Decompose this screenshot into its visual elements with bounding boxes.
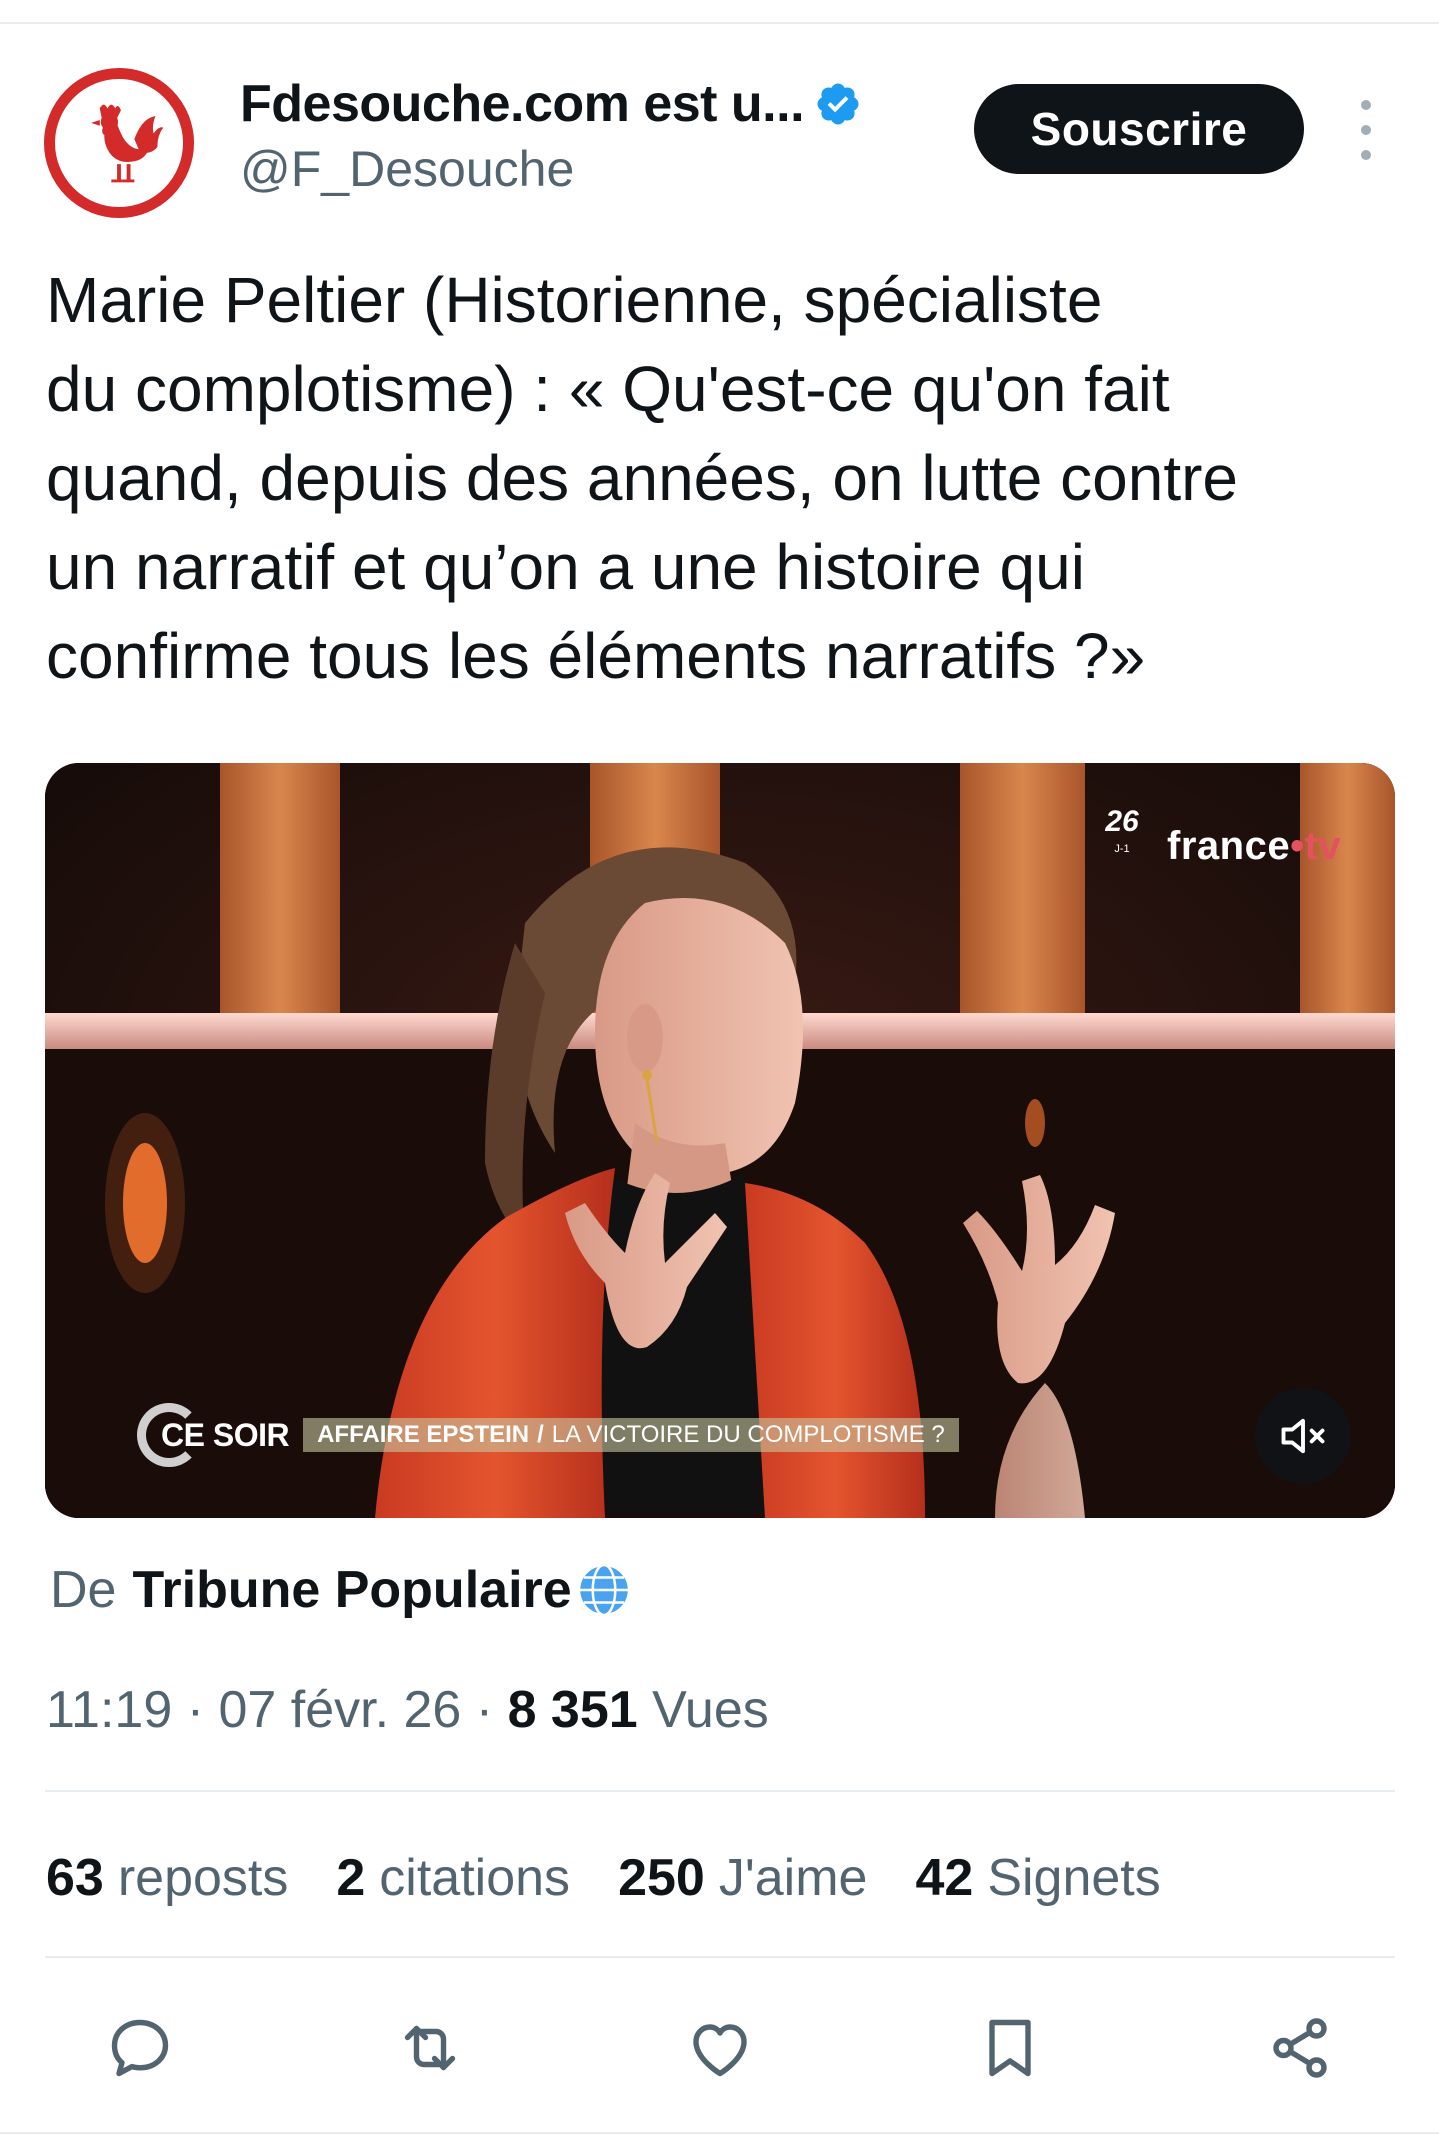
author-name[interactable]: Fdesouche.com est u... xyxy=(240,74,805,134)
stat-count: 42 xyxy=(915,1849,974,1907)
bookmark-button[interactable] xyxy=(970,2008,1050,2088)
tweet-meta: 11:19 · 07 févr. 26 · 8 351 Vues xyxy=(46,1680,769,1740)
source-prefix: De xyxy=(50,1561,117,1619)
olympic-mark: 26 xyxy=(1105,805,1139,838)
share-button[interactable] xyxy=(1260,2008,1340,2088)
stat-label: J'aime xyxy=(718,1849,868,1907)
tweet-text: Marie Peltier (Historienne, spécialiste … xyxy=(46,264,1238,692)
stat-likes[interactable]: 250 J'aime xyxy=(618,1848,867,1908)
source-attribution[interactable]: De Tribune Populaire xyxy=(50,1560,634,1620)
stat-count: 250 xyxy=(618,1849,705,1907)
meta-separator: · xyxy=(172,1681,219,1739)
action-bar xyxy=(100,2008,1340,2088)
more-options-icon[interactable] xyxy=(1348,100,1384,160)
divider xyxy=(45,1790,1395,1792)
stat-bookmarks[interactable]: 42 Signets xyxy=(915,1848,1160,1908)
channel-name-suffix: tv xyxy=(1304,823,1342,868)
tweet-time[interactable]: 11:19 xyxy=(46,1681,172,1739)
show-name: CE SOIR xyxy=(161,1416,290,1453)
like-button[interactable] xyxy=(680,2008,760,2088)
headline-main: AFFAIRE EPSTEIN xyxy=(317,1421,530,1448)
meta-separator: · xyxy=(461,1681,508,1739)
subscribe-button[interactable]: Souscrire xyxy=(974,84,1304,174)
stat-label: citations xyxy=(379,1849,571,1907)
views-label: Vues xyxy=(637,1681,769,1739)
channel-name: france•tv xyxy=(1167,824,1341,869)
repost-button[interactable] xyxy=(390,2008,470,2088)
channel-logo: 26 J-1 france•tv xyxy=(1095,805,1341,887)
bottom-divider xyxy=(0,2132,1439,2134)
verified-badge-icon xyxy=(814,80,862,128)
headline-bar: AFFAIRE EPSTEIN / LA VICTOIRE DU COMPLOT… xyxy=(303,1418,959,1452)
mute-toggle-button[interactable] xyxy=(1255,1388,1351,1484)
share-icon xyxy=(1273,2018,1327,2078)
engagement-stats: 63 reposts 2 citations 250 J'aime 42 Signets xyxy=(46,1848,1209,1908)
stat-label: reposts xyxy=(117,1849,289,1907)
tweet-date[interactable]: 07 févr. 26 xyxy=(219,1681,462,1739)
source-name[interactable]: Tribune Populaire xyxy=(132,1560,571,1620)
video-player[interactable]: 26 J-1 france•tv CE SOIR AFFAIRE EPSTEIN… xyxy=(45,763,1395,1518)
channel-name-main: france xyxy=(1167,823,1291,868)
stat-label: Signets xyxy=(987,1849,1161,1907)
channel-name-dot: • xyxy=(1290,823,1305,868)
bookmark-icon xyxy=(989,2019,1031,2077)
top-divider xyxy=(0,22,1439,24)
olympic-caption: J-1 xyxy=(1114,843,1130,855)
stat-count: 63 xyxy=(46,1849,104,1907)
repost-icon xyxy=(404,2025,456,2071)
stat-reposts[interactable]: 63 reposts xyxy=(46,1848,288,1908)
reply-icon xyxy=(111,2019,169,2077)
author-name-row[interactable]: Fdesouche.com est u... xyxy=(240,72,862,136)
avatar[interactable] xyxy=(44,68,194,218)
headline-sub: LA VICTOIRE DU COMPLOTISME ? xyxy=(551,1421,945,1448)
author-handle[interactable]: @F_Desouche xyxy=(240,140,574,198)
stat-count: 2 xyxy=(336,1849,366,1907)
divider xyxy=(45,1956,1395,1958)
rooster-icon xyxy=(91,104,164,183)
lower-third-banner: CE SOIR AFFAIRE EPSTEIN / LA VICTOIRE DU… xyxy=(137,1403,959,1467)
reply-button[interactable] xyxy=(100,2008,180,2088)
olympic-logo-icon: 26 J-1 xyxy=(1095,805,1149,887)
stat-citations[interactable]: 2 citations xyxy=(336,1848,570,1908)
views-count: 8 351 xyxy=(507,1681,638,1739)
speaker-muted-icon xyxy=(1281,1418,1325,1454)
headline-separator: / xyxy=(537,1421,544,1448)
like-icon xyxy=(693,2024,747,2077)
globe-icon xyxy=(574,1560,634,1620)
